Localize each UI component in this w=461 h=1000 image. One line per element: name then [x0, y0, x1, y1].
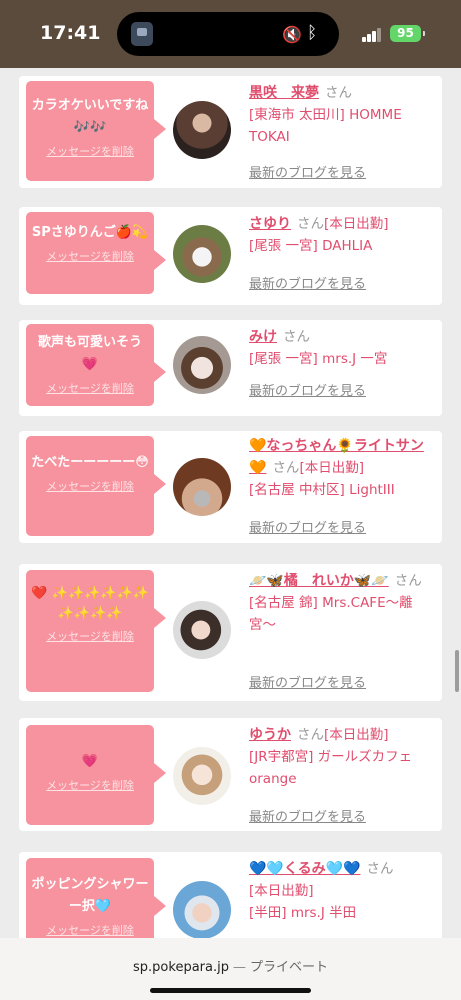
avatar[interactable] [173, 747, 231, 805]
shop-label: [JR宇都宮] ガールズカフェorange [249, 749, 413, 787]
message-text: たべたーーーーー😳 [31, 455, 149, 470]
honorific: さん [297, 727, 324, 743]
status-bar: 17:41 🔇 ᛒ 95 [0, 0, 461, 68]
blog-link[interactable]: 最新のブログを見る [249, 517, 366, 536]
list-item: たべたーーーーー😳 メッセージを削除 🧡なっちゃん🌻ライトサン🧡 さん[本日出勤]… [19, 431, 442, 543]
app-icon [131, 22, 153, 46]
avatar[interactable] [173, 881, 231, 938]
avatar[interactable] [173, 458, 231, 516]
message-bubble: ポッピングシャワーー択🩵 メッセージを削除 [26, 858, 166, 938]
status-badge: [本日出勤] [324, 216, 389, 232]
private-mode-label: プライベート [249, 960, 328, 975]
blog-link[interactable]: 最新のブログを見る [249, 273, 366, 292]
profile-info: ゆうか さん[本日出勤] [JR宇都宮] ガールズカフェorange [249, 724, 437, 790]
message-text: 歌声も可愛いそう💗 [37, 335, 142, 372]
avatar[interactable] [173, 101, 231, 159]
avatar[interactable] [173, 336, 231, 394]
profile-name-link[interactable]: 黒咲 来夢 [249, 85, 319, 101]
avatar[interactable] [173, 225, 231, 283]
battery-level: 95 [397, 26, 414, 40]
browser-url-bar[interactable]: sp.pokepara.jp — プライベート [0, 938, 461, 1000]
list-item: ❤️ ✨✨✨✨✨✨ ✨✨✨✨ メッセージを削除 🪐🦋橘 れいか🦋🪐 さん [名古屋… [19, 564, 442, 701]
delete-message-link[interactable]: メッセージを削除 [26, 380, 154, 396]
message-text: カラオケいいですね🎶🎶 [31, 98, 149, 135]
message-bubble: カラオケいいですね🎶🎶 メッセージを削除 [26, 81, 166, 181]
shop-label: [名古屋 錦] Mrs.CAFE〜離宮〜 [249, 595, 413, 633]
profile-info: みけ さん [尾張 一宮] mrs.J 一宮 [249, 326, 437, 370]
scrollbar[interactable] [455, 650, 459, 692]
url-text[interactable]: sp.pokepara.jp — プライベート [0, 956, 461, 975]
delete-message-link[interactable]: メッセージを削除 [26, 777, 154, 793]
honorific: さん [297, 216, 324, 232]
list-item: 歌声も可愛いそう💗 メッセージを削除 みけ さん [尾張 一宮] mrs.J 一宮… [19, 320, 442, 416]
profile-name-link[interactable]: みけ [249, 329, 277, 345]
avatar[interactable] [173, 601, 231, 659]
delete-message-link[interactable]: メッセージを削除 [26, 248, 154, 264]
bluetooth-icon: ᛒ [307, 23, 318, 43]
delete-message-link[interactable]: メッセージを削除 [26, 478, 154, 494]
delete-message-link[interactable]: メッセージを削除 [26, 628, 154, 644]
shop-label: [名古屋 中村区] LightIII [249, 482, 395, 498]
delete-message-link[interactable]: メッセージを削除 [26, 143, 154, 159]
profile-name-link[interactable]: 💙🩵くるみ🩵💙 [249, 861, 360, 877]
shop-label: [尾張 一宮] DAHLIA [249, 238, 373, 254]
profile-name-link[interactable]: さゆり [249, 216, 291, 232]
shop-label: [東海市 太田川] HOMME TOKAI [249, 107, 402, 145]
honorific: さん [272, 460, 300, 476]
honorific: さん [366, 861, 394, 877]
message-list[interactable]: カラオケいいですね🎶🎶 メッセージを削除 黒咲 来夢 さん [東海市 太田川] H… [0, 68, 461, 938]
dynamic-island[interactable]: 🔇 ᛒ [117, 12, 339, 56]
blog-link[interactable]: 最新のブログを見る [249, 806, 366, 825]
message-bubble: ❤️ ✨✨✨✨✨✨ ✨✨✨✨ メッセージを削除 [26, 570, 166, 692]
message-text: ❤️ ✨✨✨✨✨✨ ✨✨✨✨ [31, 586, 149, 621]
shop-label: [半田] mrs.J 半田 [249, 905, 357, 921]
profile-info: さゆり さん[本日出勤] [尾張 一宮] DAHLIA [249, 213, 437, 257]
message-text: 💗 [81, 754, 99, 769]
message-text: ポッピングシャワーー択🩵 [31, 877, 149, 914]
message-bubble: 💗 メッセージを削除 [26, 725, 166, 825]
home-indicator[interactable] [150, 988, 311, 993]
blog-link[interactable]: 最新のブログを見る [249, 162, 366, 181]
honorific: さん [394, 573, 422, 589]
message-bubble: たべたーーーーー😳 メッセージを削除 [26, 436, 166, 536]
profile-info: 🧡なっちゃん🌻ライトサン🧡 さん[本日出勤] [名古屋 中村区] LightIII [249, 435, 437, 501]
profile-info: 💙🩵くるみ🩵💙 さん [本日出勤] [半田] mrs.J 半田 [249, 858, 437, 924]
list-item: 💗 メッセージを削除 ゆうか さん[本日出勤] [JR宇都宮] ガールズカフェor… [19, 718, 442, 831]
list-item: ポッピングシャワーー択🩵 メッセージを削除 💙🩵くるみ🩵💙 さん [本日出勤] [… [19, 852, 442, 938]
profile-info: 🪐🦋橘 れいか🦋🪐 さん [名古屋 錦] Mrs.CAFE〜離宮〜 [249, 570, 437, 636]
blog-link[interactable]: 最新のブログを見る [249, 672, 366, 691]
honorific: さん [283, 329, 310, 345]
list-item: SPさゆりんご🍎💫 メッセージを削除 さゆり さん[本日出勤] [尾張 一宮] D… [19, 207, 442, 305]
battery-icon: 95 [390, 25, 425, 42]
url-host: sp.pokepara.jp [133, 960, 229, 975]
delete-message-link[interactable]: メッセージを削除 [26, 922, 154, 938]
profile-info: 黒咲 来夢 さん [東海市 太田川] HOMME TOKAI [249, 82, 437, 148]
profile-name-link[interactable]: ゆうか [249, 727, 291, 743]
status-badge: [本日出勤] [249, 883, 314, 899]
signal-icon [362, 28, 384, 42]
list-item: カラオケいいですね🎶🎶 メッセージを削除 黒咲 来夢 さん [東海市 太田川] H… [19, 76, 442, 188]
status-time: 17:41 [40, 22, 101, 44]
status-badge: [本日出勤] [299, 460, 364, 476]
blog-link[interactable]: 最新のブログを見る [249, 380, 366, 399]
message-text: SPさゆりんご🍎💫 [31, 225, 149, 240]
mute-icon: 🔇 [282, 25, 302, 44]
status-badge: [本日出勤] [324, 727, 389, 743]
shop-label: [尾張 一宮] mrs.J 一宮 [249, 351, 388, 367]
url-separator: — [232, 960, 246, 975]
message-bubble: SPさゆりんご🍎💫 メッセージを削除 [26, 212, 166, 294]
honorific: さん [325, 85, 352, 101]
message-bubble: 歌声も可愛いそう💗 メッセージを削除 [26, 324, 166, 406]
profile-name-link[interactable]: 🪐🦋橘 れいか🦋🪐 [249, 573, 389, 589]
